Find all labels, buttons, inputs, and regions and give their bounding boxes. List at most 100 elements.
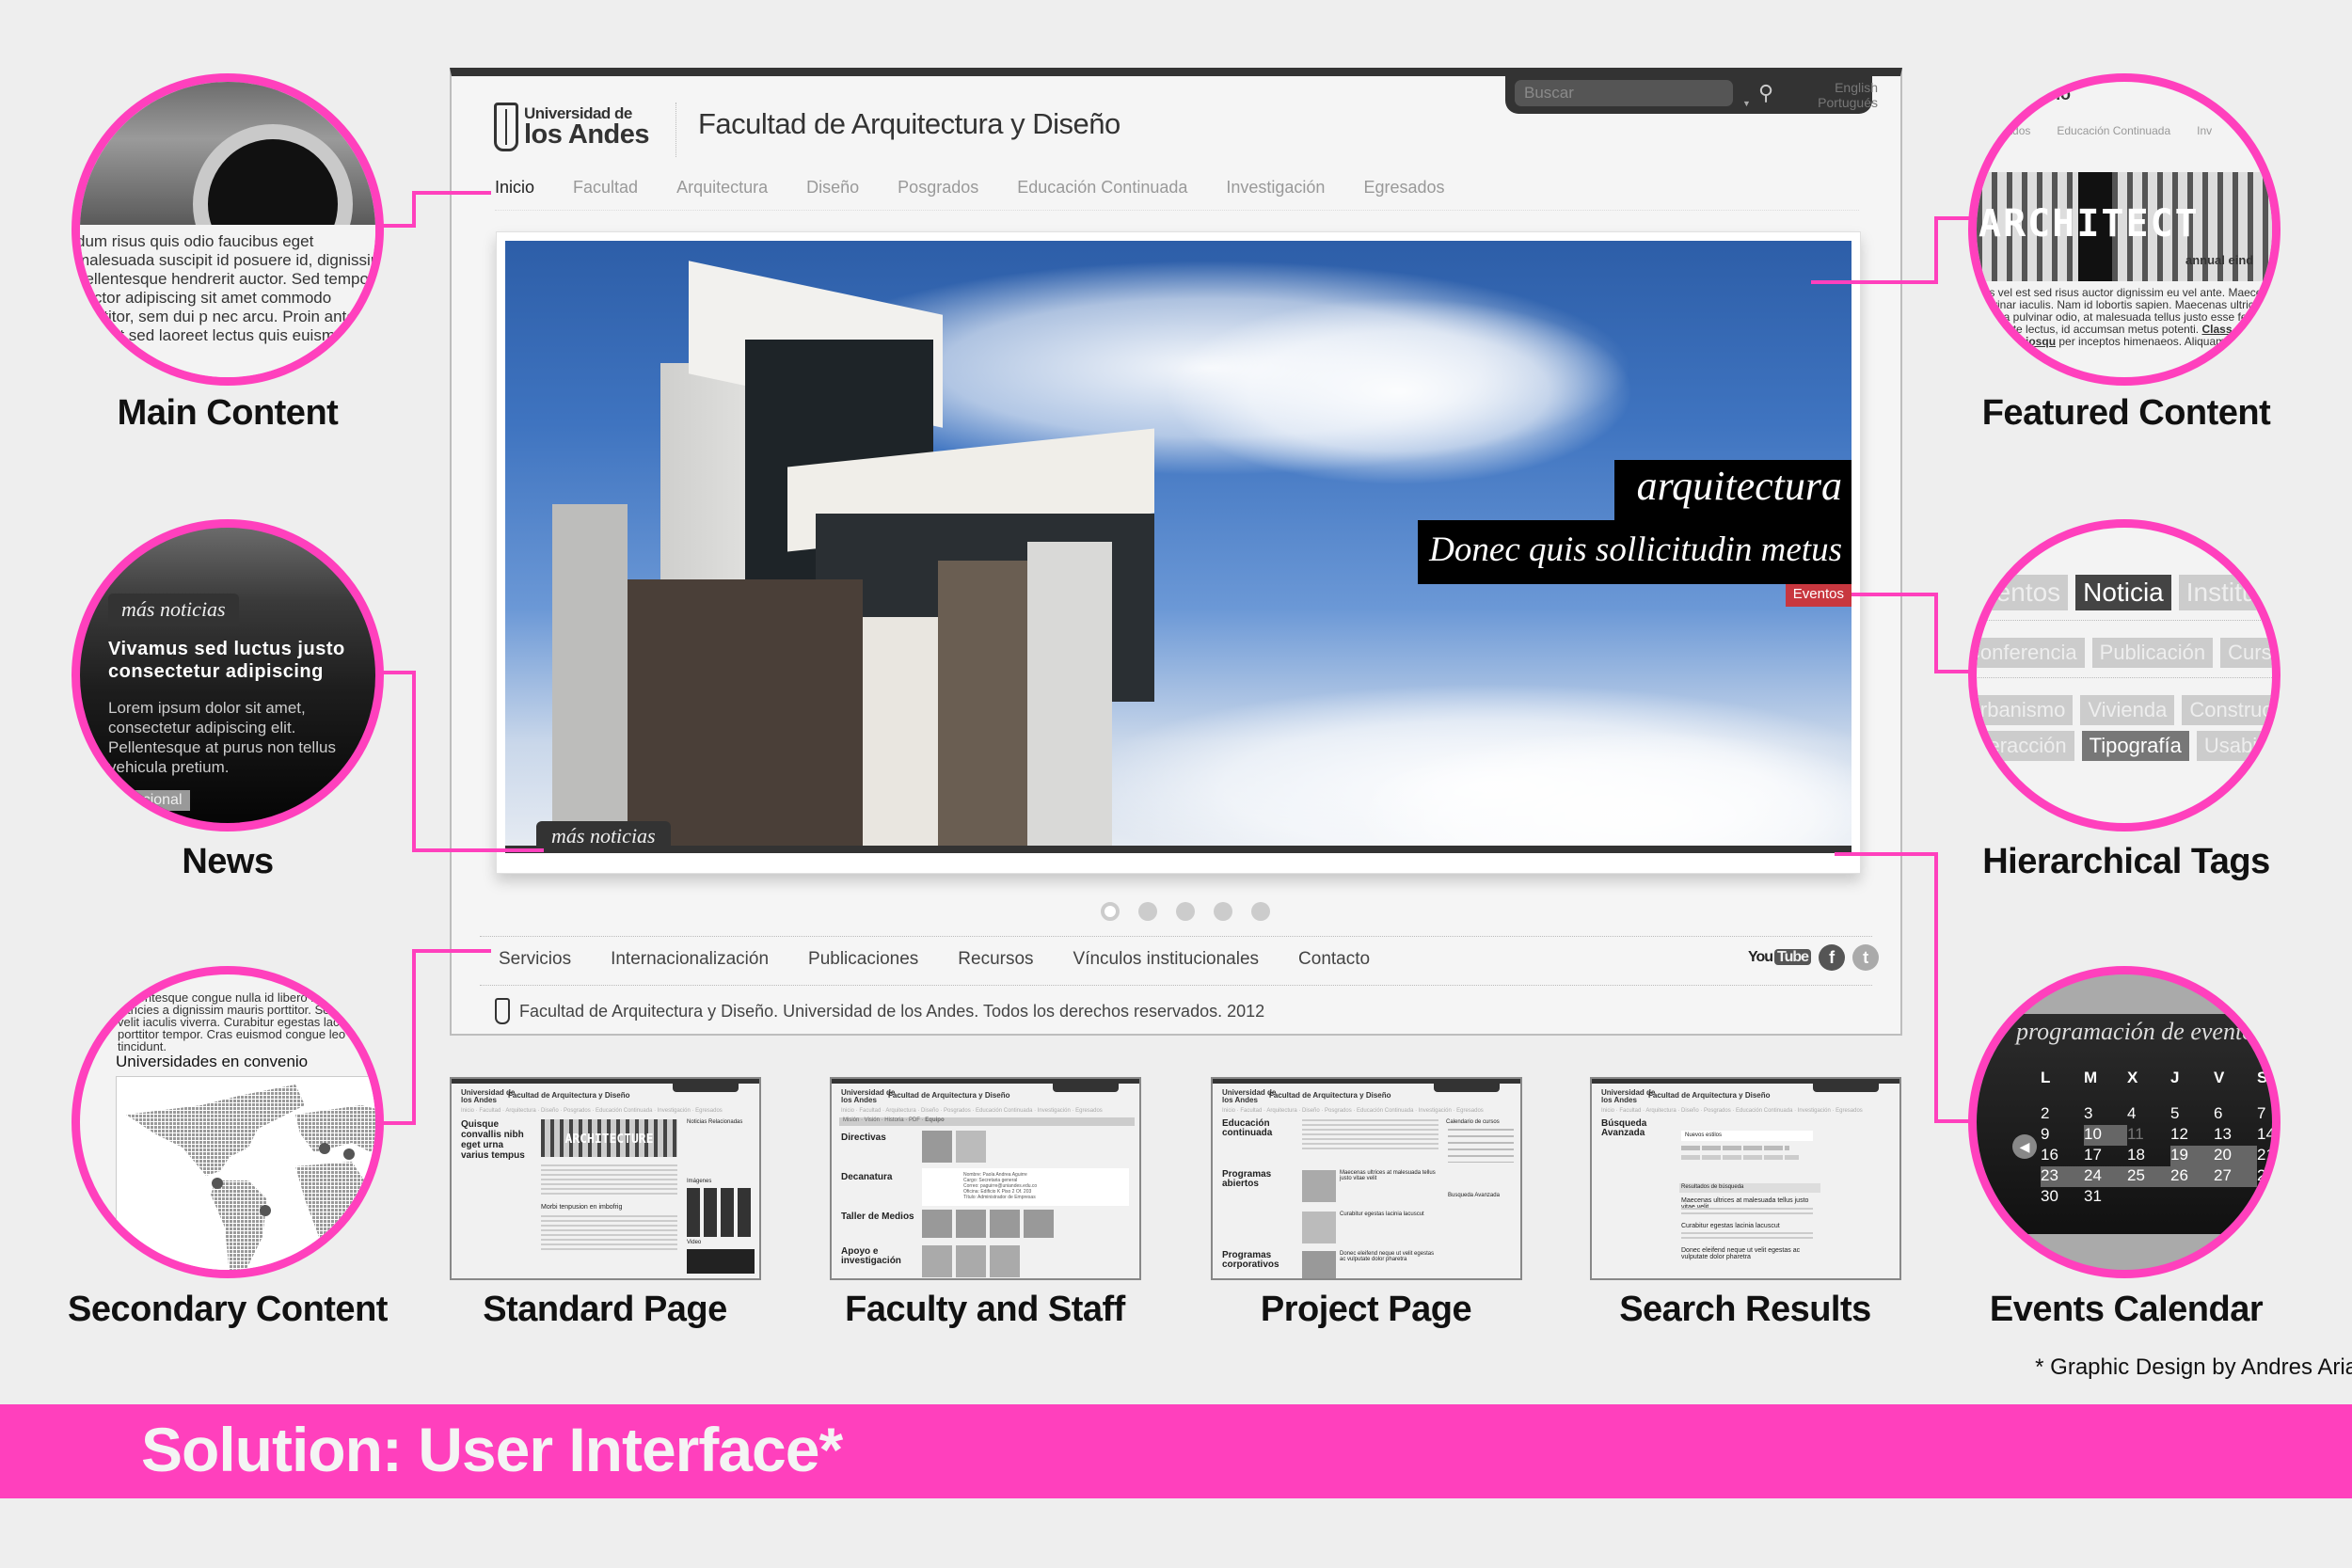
calendar-day bbox=[2257, 1187, 2272, 1208]
weekday-label: M bbox=[2084, 1069, 2098, 1086]
featured-text: uris vel est sed risus auctor dignissim … bbox=[1977, 286, 2280, 360]
language-english[interactable]: English bbox=[1788, 80, 1878, 95]
tag-usabilidad[interactable]: Usabilidad bbox=[2196, 731, 2272, 761]
tag-curso[interactable]: Curso bbox=[2220, 638, 2272, 668]
calendar-day[interactable]: 6 bbox=[2214, 1104, 2257, 1125]
thumb-standard-page[interactable]: Universidad de los Andes Facultad de Arqui… bbox=[450, 1077, 761, 1280]
tag-construcción[interactable]: Construcción bbox=[2182, 695, 2272, 725]
calendar-day[interactable]: 18 bbox=[2127, 1146, 2170, 1166]
footer-link-recursos[interactable]: Recursos bbox=[958, 949, 1033, 970]
calendar-day[interactable]: 26 bbox=[2170, 1166, 2214, 1187]
label-search-results: Search Results bbox=[1619, 1290, 1871, 1329]
twitter-icon[interactable]: t bbox=[1852, 944, 1880, 971]
calendar-day[interactable]: 2 bbox=[2041, 1104, 2084, 1125]
calendar-day[interactable]: 10 bbox=[2084, 1125, 2127, 1146]
footer-link-publicaciones[interactable]: Publicaciones bbox=[808, 949, 918, 970]
nav-item-arquitectura[interactable]: Arquitectura bbox=[676, 178, 768, 198]
connector-calendar bbox=[1835, 852, 1938, 856]
header-divider bbox=[675, 103, 676, 157]
slide-dot-3[interactable] bbox=[1176, 902, 1195, 921]
footer-link-internacionalizacion[interactable]: Internacionalización bbox=[611, 949, 769, 970]
thumb-search-results[interactable]: Universidad de los Andes Facultad de Arqui… bbox=[1590, 1077, 1901, 1280]
calendar-day[interactable]: 12 bbox=[2170, 1125, 2214, 1146]
calendar-day[interactable]: 27 bbox=[2214, 1166, 2257, 1187]
calendar-day[interactable]: 7 bbox=[2257, 1104, 2272, 1125]
calendar-day[interactable]: 3 bbox=[2084, 1104, 2127, 1125]
calendar-day[interactable]: 31 bbox=[2084, 1187, 2127, 1208]
weekday-label: X bbox=[2127, 1069, 2138, 1086]
hero-tag-eventos[interactable]: Eventos bbox=[1785, 584, 1851, 607]
calendar-day[interactable]: 9 bbox=[2041, 1125, 2084, 1146]
tag-tipografía[interactable]: Tipografía bbox=[2081, 731, 2189, 761]
featured-banner[interactable]: ARCHITECT annual eind bbox=[1977, 172, 2272, 281]
news-more-tab[interactable]: más noticias bbox=[108, 594, 239, 626]
tag-publicación[interactable]: Publicación bbox=[2091, 638, 2214, 668]
footer-link-servicios[interactable]: Servicios bbox=[499, 949, 571, 970]
search-icon[interactable]: ⚲ bbox=[1752, 80, 1780, 108]
tag-interacción[interactable]: Interacción bbox=[1977, 731, 2074, 761]
calendar-day[interactable]: 13 bbox=[2214, 1125, 2257, 1146]
calendar-day[interactable]: 16 bbox=[2041, 1146, 2084, 1166]
tag-row: InteracciónTipografíaUsabilidad bbox=[1977, 731, 2272, 761]
connector-news-v bbox=[412, 671, 416, 852]
calendar-day[interactable]: 11 bbox=[2127, 1125, 2170, 1146]
calendar-day[interactable]: 24 bbox=[2084, 1166, 2127, 1187]
nav-item-investigacion[interactable]: Investigación bbox=[1226, 178, 1325, 198]
facebook-icon[interactable]: f bbox=[1819, 944, 1846, 971]
news-headline[interactable]: Vivamus sed luctus justo consectetur adi… bbox=[108, 638, 362, 683]
connector-main-content-h2 bbox=[412, 191, 491, 195]
calendar-day[interactable]: 28 bbox=[2257, 1166, 2272, 1187]
thumb-project-page[interactable]: Universidad de los Andes Facultad de Arqui… bbox=[1211, 1077, 1522, 1280]
university-logo[interactable]: Universidad de los Andes bbox=[494, 100, 654, 154]
calendar-day[interactable]: 17 bbox=[2084, 1146, 2127, 1166]
calendar-day[interactable]: 4 bbox=[2127, 1104, 2170, 1125]
nav-item-egresados[interactable]: Egresados bbox=[1363, 178, 1444, 198]
calendar-day bbox=[2170, 1187, 2214, 1208]
slide-dot-2[interactable] bbox=[1138, 902, 1157, 921]
tag-vivienda[interactable]: Vivienda bbox=[2080, 695, 2175, 725]
calendar-day[interactable]: 23 bbox=[2041, 1166, 2084, 1187]
calendar-day[interactable]: 20 bbox=[2214, 1146, 2257, 1166]
tag-eventos[interactable]: Eventos bbox=[1977, 575, 2069, 610]
callout-featured-content: Diseño Posgrados Educación Continuada In… bbox=[1968, 73, 2280, 386]
slider-pagination bbox=[1101, 902, 1270, 921]
tag-urbanismo[interactable]: Urbanismo bbox=[1977, 695, 2074, 725]
slide-dot-5[interactable] bbox=[1251, 902, 1270, 921]
footer-link-contacto[interactable]: Contacto bbox=[1298, 949, 1370, 970]
youtube-icon[interactable]: You Tube bbox=[1748, 949, 1812, 966]
nav-item-educacion-continuada[interactable]: Educación Continuada bbox=[1017, 178, 1187, 198]
callout-main-content: dum risus quis odio faucibus eget malesu… bbox=[72, 73, 384, 386]
news-tag[interactable]: Institucional bbox=[80, 790, 190, 811]
footer-link-vinculos[interactable]: Vínculos institucionales bbox=[1073, 949, 1260, 970]
weekday-label: L bbox=[2041, 1069, 2051, 1086]
tag-noticia[interactable]: Noticia bbox=[2075, 575, 2171, 610]
calendar-day[interactable]: 25 bbox=[2127, 1166, 2170, 1187]
calendar-day[interactable]: 21 bbox=[2257, 1146, 2272, 1166]
language-portugues[interactable]: Portugués bbox=[1788, 95, 1878, 110]
tag-conferencia[interactable]: Conferencia bbox=[1977, 638, 2085, 668]
tag-institucional[interactable]: Institucional bbox=[2178, 575, 2272, 610]
nav-item-posgrados[interactable]: Posgrados bbox=[898, 178, 978, 198]
calendar-prev-icon[interactable]: ◀ bbox=[2012, 1134, 2037, 1159]
calendar-day[interactable]: 14 bbox=[2257, 1125, 2272, 1146]
secondary-heading: Universidades en convenio bbox=[116, 1053, 309, 1070]
calendar-day[interactable]: 5 bbox=[2170, 1104, 2214, 1125]
featured-nav-fragment: Posgrados Educación Continuada Inv bbox=[1977, 124, 2213, 137]
label-hierarchical-tags: Hierarchical Tags bbox=[1982, 842, 2270, 881]
thumb-faculty-and-staff[interactable]: Universidad de los Andes Facultad de Arqui… bbox=[830, 1077, 1141, 1280]
nav-item-inicio[interactable]: Inicio bbox=[495, 178, 534, 198]
search-input[interactable] bbox=[1515, 80, 1733, 106]
banner-title: Solution: User Interface* bbox=[141, 1415, 843, 1484]
slide-dot-4[interactable] bbox=[1214, 902, 1232, 921]
weekday-label: V bbox=[2214, 1069, 2225, 1086]
nav-item-diseno[interactable]: Diseño bbox=[806, 178, 859, 198]
search-options-caret-icon[interactable]: ▼ bbox=[1742, 99, 1751, 108]
world-map[interactable] bbox=[116, 1076, 375, 1270]
calendar-day[interactable]: 19 bbox=[2170, 1146, 2214, 1166]
calendar-day bbox=[2127, 1187, 2170, 1208]
shield-icon bbox=[495, 998, 510, 1024]
nav-item-facultad[interactable]: Facultad bbox=[573, 178, 638, 198]
calendar-day[interactable]: 30 bbox=[2041, 1187, 2084, 1208]
hero-image[interactable]: arquitectura Donec quis sollicitudin met… bbox=[505, 241, 1851, 853]
slide-dot-1[interactable] bbox=[1101, 902, 1120, 921]
